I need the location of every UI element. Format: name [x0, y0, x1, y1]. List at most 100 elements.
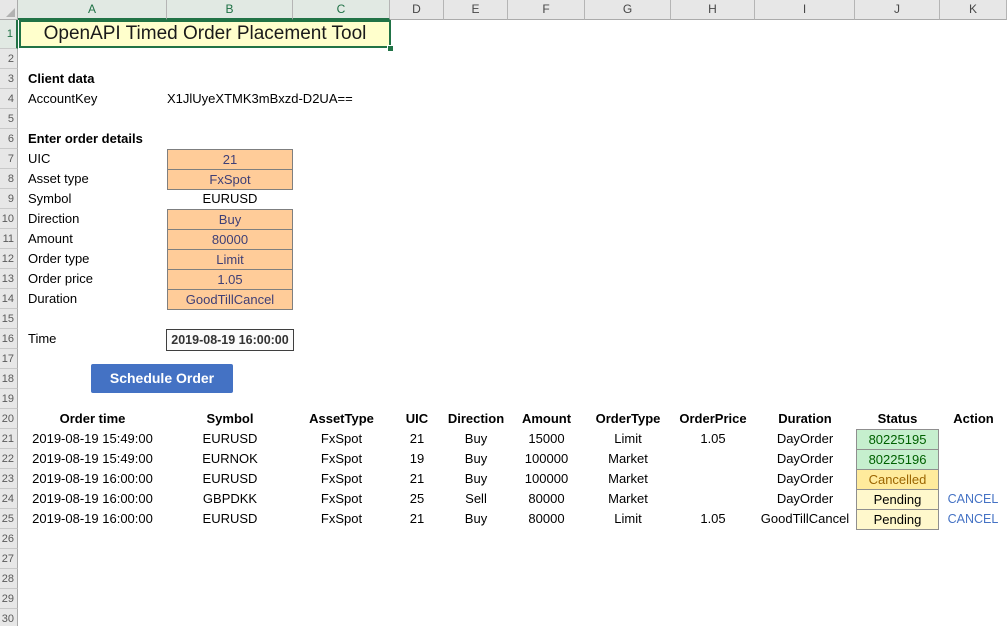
row-header-25[interactable]: 25 — [0, 509, 18, 529]
status-badge: Pending — [856, 509, 939, 530]
row-header-8[interactable]: 8 — [0, 169, 18, 189]
form-label-asset-type: Asset type — [28, 169, 89, 189]
select-all-corner[interactable] — [0, 0, 18, 20]
order-cell-symbol: EURUSD — [167, 429, 293, 449]
order-cell-order_price: 1.05 — [671, 429, 755, 449]
order-cell-duration: DayOrder — [755, 449, 855, 469]
row-header-17[interactable]: 17 — [0, 349, 18, 369]
row-header-28[interactable]: 28 — [0, 569, 18, 589]
row-header-15[interactable]: 15 — [0, 309, 18, 329]
order-cell-order_type: Limit — [585, 429, 671, 449]
row-header-10[interactable]: 10 — [0, 209, 18, 229]
selection-fill-handle[interactable] — [387, 45, 394, 52]
column-header-c[interactable]: C — [293, 0, 390, 20]
row-header-13[interactable]: 13 — [0, 269, 18, 289]
row-header-20[interactable]: 20 — [0, 409, 18, 429]
select-all-triangle-icon — [6, 8, 15, 17]
client-data-section-label: Client data — [28, 69, 94, 89]
row-header-24[interactable]: 24 — [0, 489, 18, 509]
workbook-title-cell[interactable]: OpenAPI Timed Order Placement Tool — [19, 20, 391, 48]
order-cell-symbol: EURUSD — [167, 469, 293, 489]
order-field-uic[interactable]: 21 — [167, 149, 293, 170]
column-header-j[interactable]: J — [855, 0, 940, 20]
status-badge: 80225195 — [856, 429, 939, 450]
order-cell-duration: GoodTillCancel — [755, 509, 855, 529]
row-header-14[interactable]: 14 — [0, 289, 18, 309]
order-cell-direction: Sell — [444, 489, 508, 509]
row-header-22[interactable]: 22 — [0, 449, 18, 469]
row-header-6[interactable]: 6 — [0, 129, 18, 149]
order-cell-direction: Buy — [444, 449, 508, 469]
row-header-27[interactable]: 27 — [0, 549, 18, 569]
row-header-16[interactable]: 16 — [0, 329, 18, 349]
orders-header-amount: Amount — [508, 409, 585, 429]
row-header-9[interactable]: 9 — [0, 189, 18, 209]
schedule-order-button[interactable]: Schedule Order — [91, 364, 233, 393]
order-field-amount[interactable]: 80000 — [167, 229, 293, 250]
row-header-4[interactable]: 4 — [0, 89, 18, 109]
row-header-12[interactable]: 12 — [0, 249, 18, 269]
order-cell-amount: 80000 — [508, 489, 585, 509]
column-header-k[interactable]: K — [940, 0, 1007, 20]
order-cell-amount: 100000 — [508, 449, 585, 469]
row-header-1[interactable]: 1 — [0, 20, 18, 49]
row-header-23[interactable]: 23 — [0, 469, 18, 489]
column-header-d[interactable]: D — [390, 0, 444, 20]
account-key-value: X1JlUyeXTMK3mBxzd-D2UA== — [167, 89, 353, 109]
orders-header-assettype: AssetType — [293, 409, 390, 429]
order-cell-duration: DayOrder — [755, 469, 855, 489]
order-field-order-type[interactable]: Limit — [167, 249, 293, 270]
order-field-asset-type[interactable]: FxSpot — [167, 169, 293, 190]
row-header-7[interactable]: 7 — [0, 149, 18, 169]
order-cell-amount: 15000 — [508, 429, 585, 449]
column-header-i[interactable]: I — [755, 0, 855, 20]
order-cell-order_price: 1.05 — [671, 509, 755, 529]
status-badge: Cancelled — [856, 469, 939, 490]
order-cell-asset_type: FxSpot — [293, 469, 390, 489]
order-cell-amount: 100000 — [508, 469, 585, 489]
order-cell-order_type: Limit — [585, 509, 671, 529]
order-cell-uic: 19 — [390, 449, 444, 469]
order-details-section-label: Enter order details — [28, 129, 143, 149]
row-header-18[interactable]: 18 — [0, 369, 18, 389]
status-badge: 80225196 — [856, 449, 939, 470]
order-cell-order_price — [671, 469, 755, 489]
order-cell-order_time: 2019-08-19 16:00:00 — [18, 489, 167, 509]
order-cell-uic: 25 — [390, 489, 444, 509]
order-field-direction[interactable]: Buy — [167, 209, 293, 230]
row-header-29[interactable]: 29 — [0, 589, 18, 609]
column-header-e[interactable]: E — [444, 0, 508, 20]
cancel-order-link[interactable]: CANCEL — [940, 509, 1006, 529]
row-header-30[interactable]: 30 — [0, 609, 18, 626]
row-header-26[interactable]: 26 — [0, 529, 18, 549]
column-header-g[interactable]: G — [585, 0, 671, 20]
time-value-field[interactable]: 2019-08-19 16:00:00 — [166, 329, 294, 351]
order-cell-asset_type: FxSpot — [293, 489, 390, 509]
column-header-b[interactable]: B — [167, 0, 293, 20]
row-header-5[interactable]: 5 — [0, 109, 18, 129]
orders-header-action: Action — [940, 409, 1007, 429]
order-cell-asset_type: FxSpot — [293, 429, 390, 449]
column-header-f[interactable]: F — [508, 0, 585, 20]
row-header-11[interactable]: 11 — [0, 229, 18, 249]
order-cell-asset_type: FxSpot — [293, 449, 390, 469]
order-field-duration[interactable]: GoodTillCancel — [167, 289, 293, 310]
form-label-amount: Amount — [28, 229, 73, 249]
order-cell-direction: Buy — [444, 429, 508, 449]
column-header-a[interactable]: A — [18, 0, 167, 20]
order-field-order-price[interactable]: 1.05 — [167, 269, 293, 290]
order-cell-uic: 21 — [390, 469, 444, 489]
form-label-order-type: Order type — [28, 249, 89, 269]
order-cell-order_time: 2019-08-19 16:00:00 — [18, 469, 167, 489]
column-header-h[interactable]: H — [671, 0, 755, 20]
row-header-19[interactable]: 19 — [0, 389, 18, 409]
status-badge: Pending — [856, 489, 939, 510]
row-header-2[interactable]: 2 — [0, 49, 18, 69]
row-header-3[interactable]: 3 — [0, 69, 18, 89]
cancel-order-link[interactable]: CANCEL — [940, 489, 1006, 509]
form-label-order-price: Order price — [28, 269, 93, 289]
row-header-21[interactable]: 21 — [0, 429, 18, 449]
form-label-symbol: Symbol — [28, 189, 71, 209]
form-label-duration: Duration — [28, 289, 77, 309]
order-cell-symbol: GBPDKK — [167, 489, 293, 509]
